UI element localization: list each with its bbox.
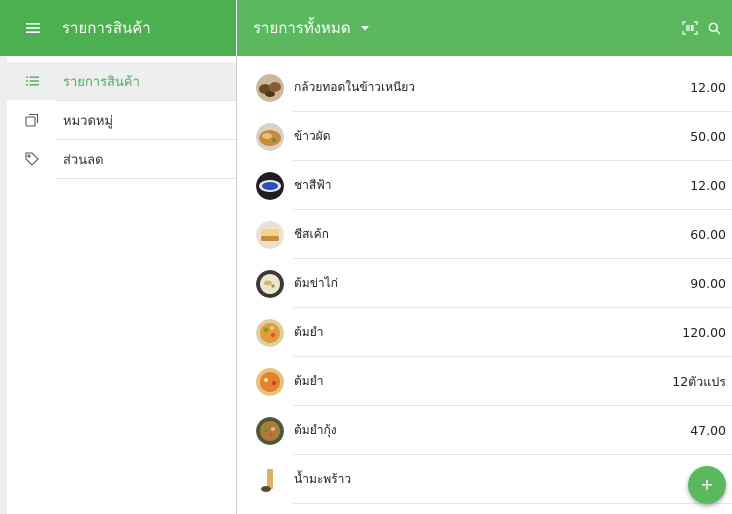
product-name: ชาสีฟ้า — [294, 178, 332, 192]
tag-icon — [24, 151, 40, 167]
product-image — [256, 123, 284, 151]
product-list: กล้วยทอดในข้าวเหนียว 12.00 ข้าวผัด 50.00… — [237, 56, 732, 514]
product-price: 50.00 — [690, 129, 726, 144]
product-name: ต้มยำกุ้ง — [294, 423, 337, 437]
product-image — [256, 172, 284, 200]
product-name: ต้มยำ — [294, 325, 324, 339]
product-image — [256, 417, 284, 445]
list-item[interactable]: ต้มยำ 12ตัวแปร — [237, 357, 732, 406]
sidebar-item-products[interactable]: รายการสินค้า — [7, 62, 236, 100]
list-item[interactable]: ต้มข่าไก่ 90.00 — [237, 259, 732, 308]
app-bar-left: รายการสินค้า — [0, 0, 236, 56]
product-image — [256, 368, 284, 396]
list-item[interactable]: ข้าวผัด 50.00 — [237, 112, 732, 161]
product-name: ต้มข่าไก่ — [294, 276, 338, 290]
product-price: 60.00 — [690, 227, 726, 242]
product-name: ข้าวผัด — [294, 129, 331, 143]
product-image — [256, 270, 284, 298]
row-divider — [293, 503, 732, 504]
list-item[interactable]: กล้วยทอดในข้าวเหนียว 12.00 — [237, 63, 732, 112]
product-image — [256, 74, 284, 102]
list-item[interactable]: น้ำมะพร้าว — [237, 455, 732, 504]
product-price: 47.00 — [690, 423, 726, 438]
app-bar-actions — [682, 0, 722, 56]
sidebar-item-label: รายการสินค้า — [63, 74, 140, 90]
sidebar-item-categories[interactable]: หมวดหมู่ — [7, 101, 236, 139]
plus-icon: + — [700, 475, 714, 494]
search-icon[interactable] — [706, 20, 722, 36]
sidebar-divider — [56, 178, 236, 179]
list-filter-title[interactable]: รายการทั้งหมด — [253, 16, 351, 40]
product-price: 12.00 — [690, 178, 726, 193]
product-name: ชีสเค้ก — [294, 227, 329, 241]
add-product-button[interactable]: + — [688, 466, 726, 504]
product-name: ต้มยำ — [294, 374, 324, 388]
list-item[interactable]: ต้มยำ 120.00 — [237, 308, 732, 357]
product-image — [256, 466, 284, 494]
sidebar-item-label: ส่วนลด — [63, 152, 104, 168]
barcode-scan-icon[interactable] — [682, 20, 698, 36]
app-title: รายการสินค้า — [62, 19, 151, 37]
category-icon — [24, 112, 40, 128]
product-name: น้ำมะพร้าว — [294, 472, 352, 486]
dropdown-icon[interactable] — [360, 25, 369, 31]
product-price: 90.00 — [690, 276, 726, 291]
product-price: 12.00 — [690, 80, 726, 95]
product-image — [256, 319, 284, 347]
list-item[interactable]: ชาสีฟ้า 12.00 — [237, 161, 732, 210]
app-bar: รายการสินค้า รายการทั้งหมด — [0, 0, 732, 56]
product-price: 12ตัวแปร — [672, 373, 726, 389]
product-name: กล้วยทอดในข้าวเหนียว — [294, 80, 416, 94]
menu-icon[interactable] — [22, 17, 44, 39]
list-icon — [24, 73, 40, 89]
product-image — [256, 221, 284, 249]
product-price: 120.00 — [682, 325, 726, 340]
sidebar-edge — [0, 56, 7, 514]
sidebar-item-label: หมวดหมู่ — [63, 113, 114, 129]
app-bar-right: รายการทั้งหมด — [237, 0, 732, 56]
sidebar-item-discounts[interactable]: ส่วนลด — [7, 140, 236, 178]
list-item[interactable]: ชีสเค้ก 60.00 — [237, 210, 732, 259]
list-item[interactable]: ต้มยำกุ้ง 47.00 — [237, 406, 732, 455]
